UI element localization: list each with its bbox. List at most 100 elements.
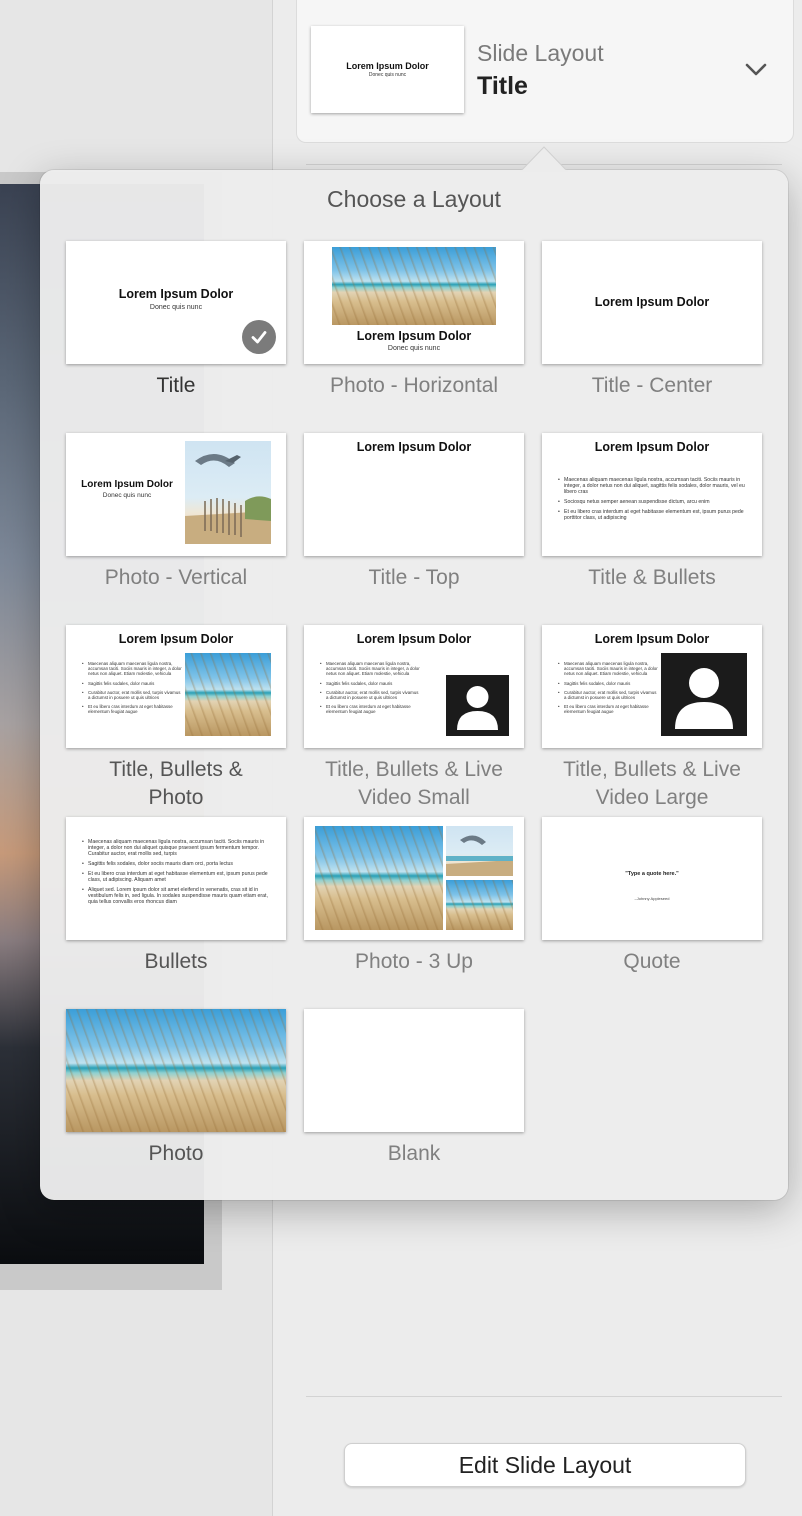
slide-layout-header[interactable]: Lorem Ipsum Dolor Donec quis nunc Slide …	[296, 0, 794, 143]
slide-layout-value: Title	[477, 72, 528, 100]
bullet-item: Curabitur auctor, erat mollis sed, turpi…	[558, 690, 658, 700]
dunes-photo	[446, 880, 513, 930]
layout-label: Title - Top	[368, 566, 460, 589]
thumb-title: Lorem Ipsum Dolor	[356, 329, 472, 343]
heron-photo	[185, 441, 271, 544]
layout-thumbnail[interactable]: Lorem Ipsum Dolor Maecenas aliquam maece…	[66, 625, 286, 748]
layout-title-bullets-live-video-small[interactable]: Lorem Ipsum Dolor Maecenas aliquam maece…	[304, 625, 524, 812]
thumb-bullets: Maecenas aliquam maecenas ligula nostra,…	[82, 661, 182, 719]
layout-thumbnail[interactable]: Lorem Ipsum Dolor Maecenas aliquam maece…	[542, 433, 762, 556]
layout-label: Photo - Horizontal	[329, 374, 499, 397]
layout-title-bullets-live-video-large[interactable]: Lorem Ipsum Dolor Maecenas aliquam maece…	[542, 625, 762, 812]
bullet-item: Sagittis felis sodales, dolor mauris	[82, 681, 182, 686]
layout-title-center[interactable]: Lorem Ipsum Dolor Title - Center	[542, 241, 762, 400]
current-layout-thumbnail[interactable]: Lorem Ipsum Dolor Donec quis nunc	[311, 26, 464, 113]
bullet-item: Et eu libero cras interdum at eget habit…	[82, 704, 182, 714]
layout-thumbnail[interactable]: Lorem Ipsum Dolor	[542, 241, 762, 364]
layout-label: Bullets	[144, 950, 208, 973]
thumb-title: Lorem Ipsum Dolor	[594, 632, 710, 646]
thumb-subtitle: Donec quis nunc	[387, 345, 441, 352]
checkmark-icon	[242, 320, 276, 354]
layout-photo-horizontal[interactable]: Lorem Ipsum Dolor Donec quis nunc Photo …	[304, 241, 524, 400]
layout-label: Title & Bullets	[588, 566, 716, 589]
thumb-title: Lorem Ipsum Dolor	[356, 632, 472, 646]
layout-title-top[interactable]: Lorem Ipsum Dolor Title - Top	[304, 433, 524, 592]
thumb-subtitle: Donec quis nunc	[149, 304, 203, 311]
thumb-title: Lorem Ipsum Dolor	[356, 440, 472, 454]
layout-label: Photo - Vertical	[104, 566, 248, 589]
bullet-item: Et eu libero cras interdum at eget habit…	[558, 704, 658, 714]
edit-slide-layout-button[interactable]: Edit Slide Layout	[344, 1443, 746, 1487]
bullet-item: Maecenas aliquam maecenas ligula nostra,…	[558, 661, 658, 677]
slide-layout-label: Slide Layout	[477, 40, 604, 66]
thumb-title: Lorem Ipsum Dolor	[594, 440, 710, 454]
beach-photo	[332, 247, 496, 325]
bullet-item: Sagittis felis sodales, dolor mauris	[320, 681, 420, 686]
layout-blank[interactable]: Blank	[304, 1009, 524, 1168]
layout-thumbnail[interactable]: Maecenas aliquam maecenas ligula nostra,…	[66, 817, 286, 940]
thumb-bullets: Maecenas aliquam maecenas ligula nostra,…	[82, 839, 274, 909]
bullet-item: Et eu libero cras interdum at eget habit…	[558, 509, 748, 521]
thumb-title: Lorem Ipsum Dolor	[81, 479, 173, 490]
layout-label-line-1: Title, Bullets & Live	[325, 758, 503, 781]
quote-attribution: –Johnny Appleseed	[634, 896, 670, 901]
layout-label-line-2: Photo	[148, 786, 204, 809]
layout-thumbnail[interactable]: "Type a quote here." –Johnny Appleseed	[542, 817, 762, 940]
layout-label: Photo - 3 Up	[355, 950, 473, 973]
layout-thumbnail[interactable]	[304, 1009, 524, 1132]
bullet-item: Sagittis felis sodales, dolor sociis mau…	[82, 861, 274, 867]
bullet-item: Et eu libero cras interdum at eget habit…	[320, 704, 420, 714]
popover-arrow	[520, 146, 568, 172]
thumb-title: Lorem Ipsum Dolor	[346, 61, 429, 71]
bullet-item: Maecenas aliquam maecenas ligula nostra,…	[82, 839, 274, 857]
layout-thumbnail[interactable]: Lorem Ipsum Dolor Donec quis nunc	[66, 241, 286, 364]
thumb-title: Lorem Ipsum Dolor	[118, 287, 234, 301]
layout-thumbnail[interactable]: Lorem Ipsum Dolor Maecenas aliquam maece…	[304, 625, 524, 748]
bullet-item: Maecenas aliquam maecenas ligula nostra,…	[82, 661, 182, 677]
separator	[306, 1396, 782, 1397]
layout-photo-3-up[interactable]: Photo - 3 Up	[304, 817, 524, 976]
beach-photo	[185, 653, 271, 736]
layout-thumbnail[interactable]: Lorem Ipsum Dolor Maecenas aliquam maece…	[542, 625, 762, 748]
heron-photo	[446, 826, 513, 876]
bullet-item: Maecenas aliquam maecenas ligula nostra,…	[320, 661, 420, 677]
layout-thumbnail[interactable]	[304, 817, 524, 940]
beach-photo	[315, 826, 443, 930]
quote-text: "Type a quote here."	[625, 871, 679, 877]
layout-label-line-2: Video Small	[358, 786, 470, 809]
bullet-item: Curabitur auctor, erat mollis sed, turpi…	[82, 690, 182, 700]
layout-thumbnail[interactable]: Lorem Ipsum Dolor Donec quis nunc	[304, 241, 524, 364]
layout-label: Photo	[148, 1142, 204, 1165]
person-icon	[446, 675, 509, 736]
thumb-subtitle: Donec quis nunc	[102, 492, 152, 499]
bullet-item: Sagittis felis sodales, dolor mauris	[558, 681, 658, 686]
layout-photo-vertical[interactable]: Lorem Ipsum Dolor Donec quis nunc Photo …	[66, 433, 286, 592]
layout-label-line-1: Title, Bullets &	[109, 758, 243, 781]
layout-label: Title	[156, 374, 196, 397]
layout-thumbnail[interactable]: Lorem Ipsum Dolor	[304, 433, 524, 556]
layout-title-bullets-photo[interactable]: Lorem Ipsum Dolor Maecenas aliquam maece…	[66, 625, 286, 812]
popover-title: Choose a Layout	[327, 186, 501, 212]
layout-thumbnail[interactable]: Lorem Ipsum Dolor Donec quis nunc	[66, 433, 286, 556]
layout-quote[interactable]: "Type a quote here." –Johnny Appleseed Q…	[542, 817, 762, 976]
layout-title[interactable]: Lorem Ipsum Dolor Donec quis nunc Title	[66, 241, 286, 400]
thumb-bullets: Maecenas aliquam maecenas ligula nostra,…	[558, 661, 658, 719]
chevron-down-icon[interactable]	[743, 56, 769, 82]
person-icon	[661, 653, 747, 736]
bullet-item: Et eu libero cras interdum at eget habit…	[82, 871, 274, 883]
layout-label: Quote	[623, 950, 681, 973]
layout-label: Blank	[387, 1142, 441, 1165]
bullet-item: Maecenas aliquam maecenas ligula nostra,…	[558, 477, 748, 495]
thumb-title: Lorem Ipsum Dolor	[118, 632, 234, 646]
bullet-item: Aliquet sed. Lorem ipsum dolor sit amet …	[82, 887, 274, 905]
layout-bullets[interactable]: Maecenas aliquam maecenas ligula nostra,…	[66, 817, 286, 976]
bullet-item: Sociosqu netus semper aenean suspendisse…	[558, 499, 748, 505]
bullet-item: Curabitur auctor, erat mollis sed, turpi…	[320, 690, 420, 700]
thumb-subtitle: Donec quis nunc	[368, 72, 407, 78]
layout-title-bullets[interactable]: Lorem Ipsum Dolor Maecenas aliquam maece…	[542, 433, 762, 592]
layout-photo[interactable]: Photo	[66, 1009, 286, 1168]
thumb-bullets: Maecenas aliquam maecenas ligula nostra,…	[320, 661, 420, 719]
layout-label: Title - Center	[591, 374, 713, 397]
layout-thumbnail[interactable]	[66, 1009, 286, 1132]
thumb-title: Lorem Ipsum Dolor	[594, 295, 710, 309]
